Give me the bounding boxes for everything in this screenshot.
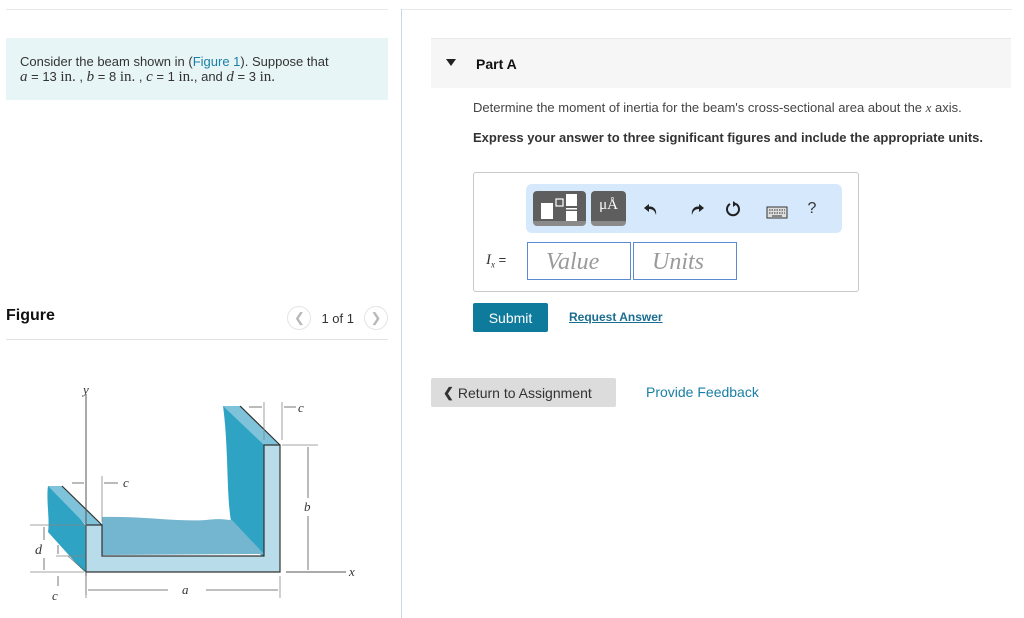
chevron-right-icon: ❯	[370, 310, 382, 325]
problem-line-2: a = 13 in. , b = 8 in. , c = 1 in., and …	[20, 69, 374, 85]
x-axis-label: x	[348, 564, 355, 579]
figure-pager: ❮ 1 of 1 ❯	[287, 306, 388, 330]
var-c-name: c	[146, 69, 153, 85]
return-label: Return to Assignment	[457, 384, 592, 401]
var-d-value: = 3	[233, 69, 260, 84]
figure-header: Figure ❮ 1 of 1 ❯	[6, 306, 388, 340]
question-pre: Determine the moment of inertia for the …	[473, 100, 926, 115]
problem-line-1: Consider the beam shown in (Figure 1). S…	[20, 54, 374, 69]
dim-b-label: b	[304, 499, 311, 514]
var-d-name: d	[226, 69, 234, 85]
dim-c-top-label: c	[298, 400, 304, 415]
var-sep: , and	[193, 69, 227, 84]
answer-label: Ix =	[486, 252, 506, 270]
keyboard-button[interactable]	[766, 201, 788, 223]
templates-button[interactable]	[533, 191, 586, 226]
submit-button[interactable]: Submit	[473, 303, 548, 332]
var-a-unit: in.	[60, 69, 76, 85]
chevron-left-icon: ❮	[294, 310, 305, 325]
var-a-value: = 13	[27, 69, 61, 84]
var-c-unit: in.	[178, 69, 194, 85]
top-rule-left	[6, 9, 388, 10]
answer-label-eq: =	[495, 252, 507, 267]
figure-image: y x a b c c d c	[6, 380, 388, 618]
provide-feedback-link[interactable]: Provide Feedback	[646, 384, 759, 400]
redo-button[interactable]	[686, 198, 708, 220]
figure-link[interactable]: Figure 1	[193, 54, 241, 69]
figure-title: Figure	[6, 307, 55, 324]
keyboard-icon	[766, 206, 788, 219]
dim-d-label: d	[35, 543, 43, 558]
var-sep: ,	[75, 69, 87, 84]
return-to-assignment-button[interactable]: ❮ Return to Assignment	[431, 378, 616, 407]
reset-icon	[726, 201, 740, 217]
dim-c-bottom-label: c	[52, 588, 58, 603]
reset-button[interactable]	[722, 198, 744, 220]
math-toolbar: μÅ ?	[526, 184, 842, 233]
var-b-value: = 8	[94, 69, 120, 84]
beam-diagram: y x a b c c d c	[30, 382, 355, 603]
value-input[interactable]	[527, 242, 631, 280]
answer-box: μÅ ? Ix =	[473, 172, 859, 292]
var-b-unit: in.	[119, 69, 136, 85]
part-a-header[interactable]: Part A	[431, 38, 1011, 88]
help-button[interactable]: ?	[801, 198, 823, 220]
dim-c-mid-label: c	[123, 475, 129, 490]
dim-a-label: a	[182, 582, 189, 597]
var-d-unit: in.	[259, 69, 275, 85]
top-rule-right	[402, 9, 1012, 10]
prev-figure-button[interactable]: ❮	[287, 306, 312, 330]
question-text: Determine the moment of inertia for the …	[473, 100, 962, 116]
problem-intro: Consider the beam shown in (	[20, 54, 193, 69]
y-axis-label: y	[81, 382, 89, 397]
templates-icon	[541, 194, 577, 221]
units-input[interactable]	[633, 242, 737, 280]
problem-intro-end: ). Suppose that	[240, 54, 329, 69]
units-button[interactable]: μÅ	[591, 191, 626, 226]
redo-icon	[691, 204, 704, 215]
pane-divider[interactable]	[401, 9, 402, 618]
var-a-name: a	[20, 69, 28, 85]
question-post: axis.	[931, 100, 962, 115]
part-title: Part A	[476, 56, 517, 72]
var-sep: ,	[135, 69, 147, 84]
request-answer-link[interactable]: Request Answer	[569, 310, 663, 324]
caret-down-icon[interactable]	[446, 59, 456, 66]
instruction-text: Express your answer to three significant…	[473, 130, 983, 145]
chevron-left-icon: ❮	[443, 384, 454, 400]
problem-statement: Consider the beam shown in (Figure 1). S…	[6, 38, 388, 100]
undo-icon	[644, 204, 657, 215]
undo-button[interactable]	[640, 198, 662, 220]
next-figure-button[interactable]: ❯	[364, 306, 388, 330]
var-c-value: = 1	[152, 69, 179, 84]
pager-text: 1 of 1	[321, 310, 354, 326]
